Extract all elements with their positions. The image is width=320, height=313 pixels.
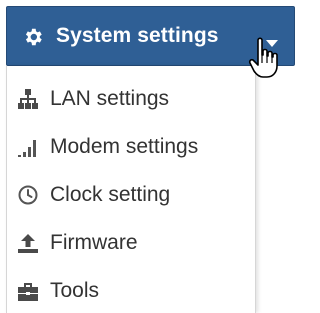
upload-icon <box>18 234 38 253</box>
menu-item-label: Clock setting <box>50 183 171 206</box>
toolbox-icon <box>18 283 38 301</box>
menu-item-label: Firmware <box>50 231 138 254</box>
settings-dropdown: LAN settings Modem settings Clock settin… <box>6 66 256 313</box>
menu-item-label: Modem settings <box>50 135 199 158</box>
signal-bars-icon <box>18 140 36 157</box>
menu-item-tools[interactable]: Tools <box>7 268 255 313</box>
system-settings-menu: System settings LAN settings Modem setti… <box>0 0 301 313</box>
gear-icon <box>25 28 42 46</box>
clock-icon <box>18 185 38 205</box>
menu-item-clock-setting[interactable]: Clock setting <box>7 172 255 220</box>
hand-pointer-icon <box>248 37 278 78</box>
menu-item-lan-settings[interactable]: LAN settings <box>7 76 255 124</box>
network-icon <box>18 89 38 109</box>
menu-item-modem-settings[interactable]: Modem settings <box>7 124 255 172</box>
system-settings-label: System settings <box>56 24 219 47</box>
menu-item-label: Tools <box>50 279 100 302</box>
menu-item-label: LAN settings <box>50 87 170 110</box>
menu-item-firmware[interactable]: Firmware <box>7 220 255 268</box>
